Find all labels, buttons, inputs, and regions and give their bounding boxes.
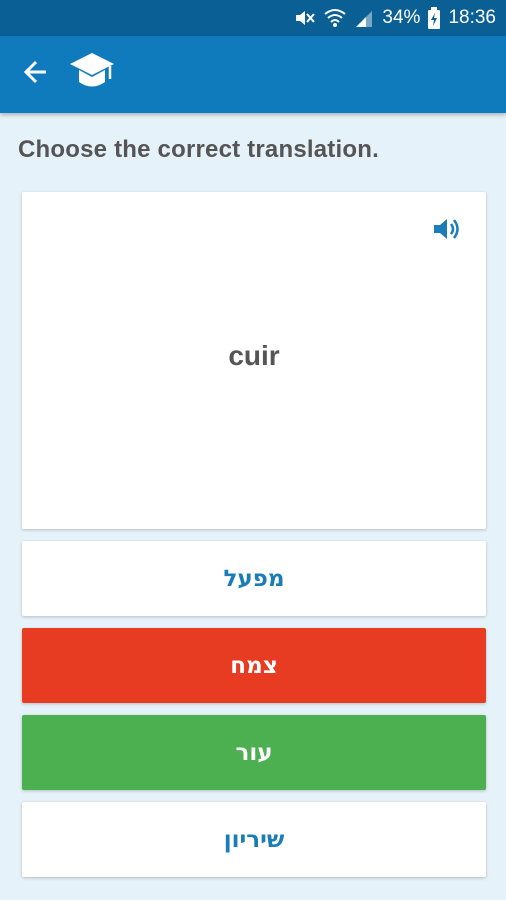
battery-charging-icon xyxy=(428,7,441,29)
answer-option-4[interactable]: שיריון xyxy=(22,802,486,877)
answer-option-3[interactable]: עור xyxy=(22,715,486,790)
speaker-icon xyxy=(432,216,462,247)
app-bar xyxy=(0,36,506,113)
clock: 18:36 xyxy=(448,7,496,28)
battery-percent: 34% xyxy=(382,7,421,28)
quiz-word: cuir xyxy=(228,340,280,371)
answer-option-2[interactable]: צמח xyxy=(22,628,486,703)
back-button[interactable] xyxy=(8,47,64,103)
instruction-text: Choose the correct translation. xyxy=(18,136,379,163)
arrow-left-icon xyxy=(23,59,49,90)
answer-option-1[interactable]: מפעל xyxy=(22,541,486,616)
word-card: cuir xyxy=(22,192,486,529)
wifi-icon xyxy=(324,8,347,28)
app-logo xyxy=(68,51,116,98)
status-bar: 34% 18:36 xyxy=(0,0,506,36)
signal-icon xyxy=(354,8,374,28)
mute-icon xyxy=(294,8,316,28)
graduation-cap-icon xyxy=(68,51,116,98)
play-audio-button[interactable] xyxy=(430,216,464,246)
